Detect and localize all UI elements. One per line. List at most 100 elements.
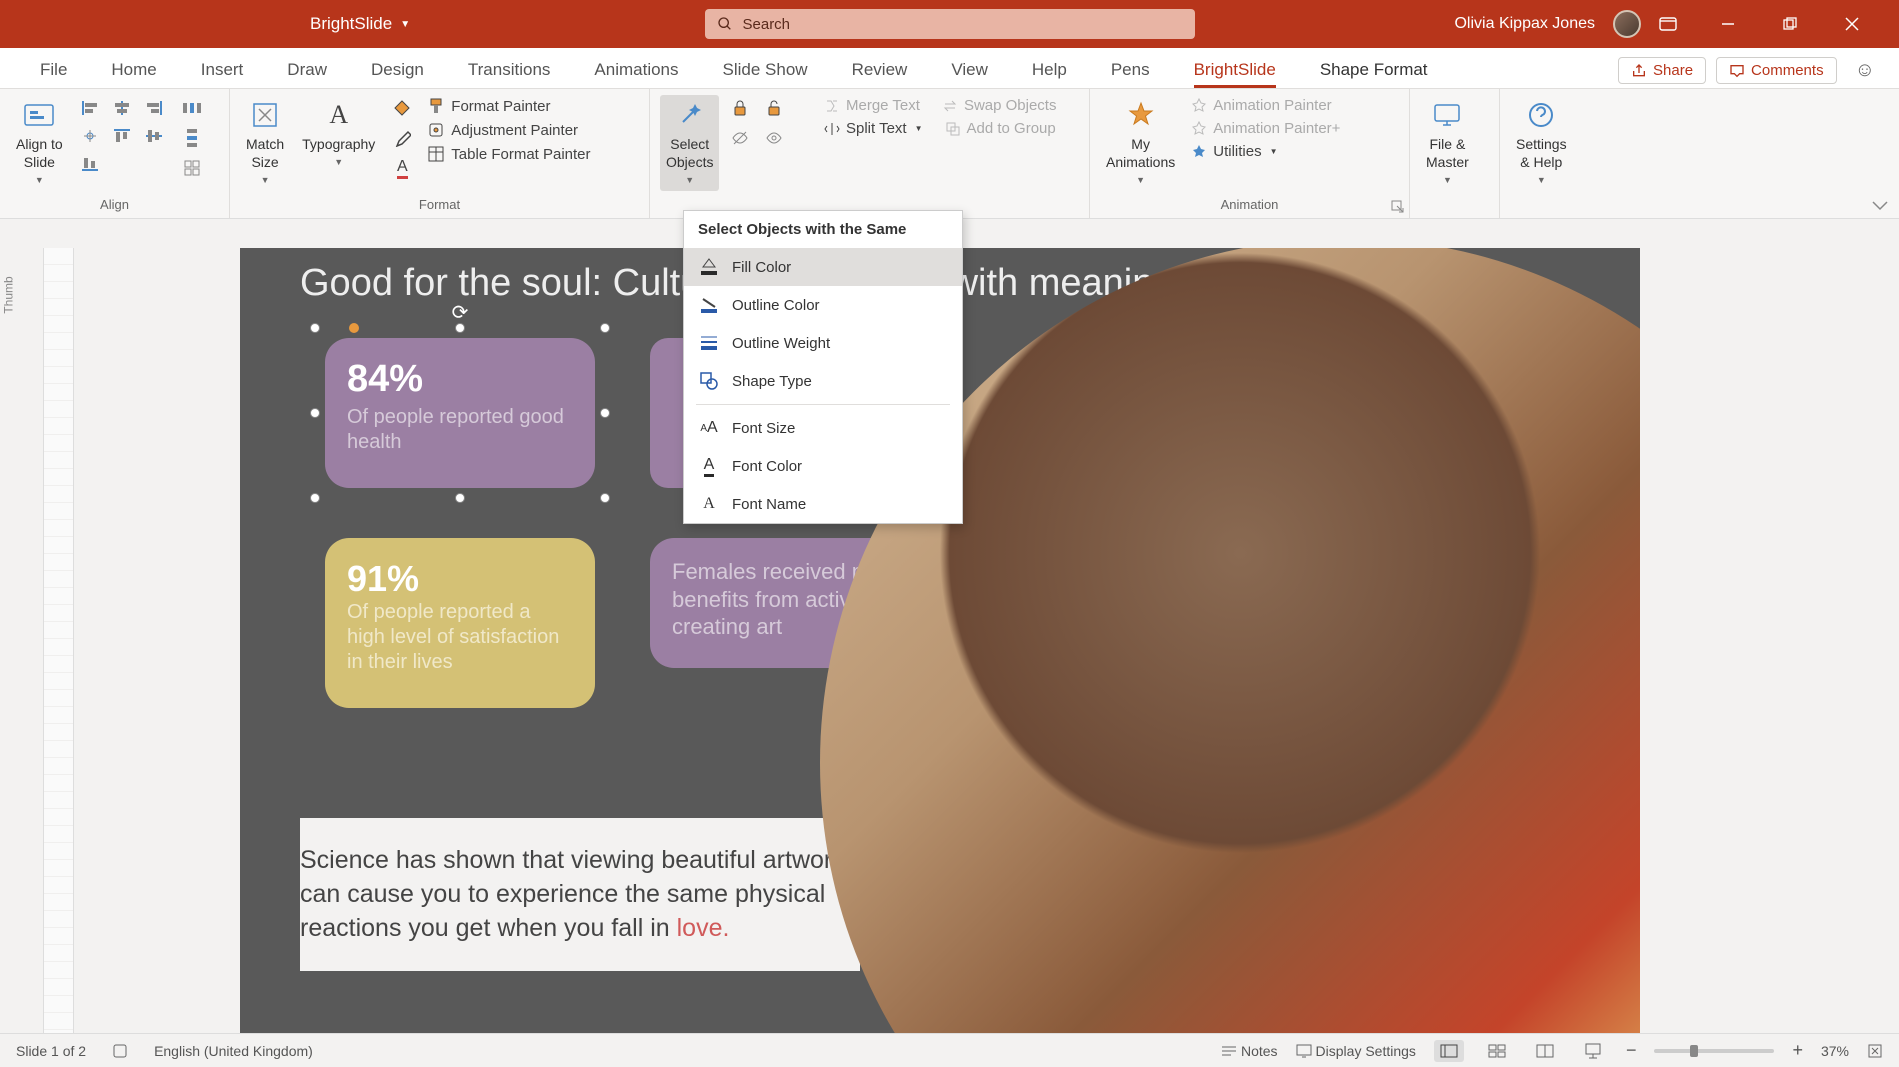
document-title[interactable]: BrightSlide ▼	[310, 14, 410, 34]
align-right-icon[interactable]	[139, 95, 169, 121]
accessibility-icon[interactable]	[112, 1043, 128, 1059]
notes-button[interactable]: Notes	[1221, 1043, 1278, 1059]
animation-painter-plus-button[interactable]: Animation Painter+	[1187, 118, 1344, 139]
tab-review[interactable]: Review	[830, 50, 930, 88]
zoom-in-icon[interactable]: +	[1792, 1040, 1803, 1061]
tab-insert[interactable]: Insert	[179, 50, 266, 88]
slideshow-view-icon[interactable]	[1578, 1039, 1608, 1063]
align-bottom-icon[interactable]	[75, 151, 105, 177]
eye-icon[interactable]	[759, 125, 789, 151]
group-label-empty3	[1420, 195, 1489, 216]
dropdown-item-font-color[interactable]: A Font Color	[684, 447, 962, 485]
ribbon-display-icon[interactable]	[1659, 17, 1703, 31]
zoom-out-icon[interactable]: −	[1626, 1040, 1637, 1061]
tab-file[interactable]: File	[18, 50, 89, 88]
unlock-icon[interactable]	[759, 95, 789, 121]
grid-icon[interactable]	[175, 155, 209, 181]
tab-design[interactable]: Design	[349, 50, 446, 88]
search-input[interactable]	[743, 16, 1183, 33]
comments-button[interactable]: Comments	[1716, 57, 1837, 84]
select-objects-button[interactable]: Select Objects ▼	[660, 95, 719, 191]
display-settings-button[interactable]: Display Settings	[1296, 1043, 1416, 1059]
body-text[interactable]: Science has shown that viewing beautiful…	[300, 818, 860, 971]
resize-handle[interactable]	[600, 323, 610, 333]
lock-icon[interactable]	[725, 95, 755, 121]
align-top-icon[interactable]	[107, 123, 137, 149]
avatar[interactable]	[1613, 10, 1641, 38]
tab-draw[interactable]: Draw	[265, 50, 349, 88]
search-box[interactable]	[705, 9, 1195, 39]
align-to-slide-button[interactable]: Align to Slide ▼	[10, 95, 69, 191]
tab-transitions[interactable]: Transitions	[446, 50, 573, 88]
tab-help[interactable]: Help	[1010, 50, 1089, 88]
resize-handle[interactable]	[455, 493, 465, 503]
rotate-handle-icon[interactable]: ⟳	[452, 300, 469, 325]
fit-to-window-icon[interactable]	[1867, 1043, 1883, 1059]
resize-handle[interactable]	[310, 323, 320, 333]
thumbnail-pane[interactable]: Thumb	[0, 248, 44, 1033]
normal-view-icon[interactable]	[1434, 1040, 1464, 1062]
reading-view-icon[interactable]	[1530, 1040, 1560, 1062]
outline-weight-icon	[698, 332, 720, 354]
feedback-icon[interactable]: ☺	[1847, 59, 1883, 82]
swap-objects-button[interactable]: Swap Objects	[938, 95, 1061, 116]
tab-home[interactable]: Home	[89, 50, 178, 88]
settings-help-button[interactable]: Settings & Help ▼	[1510, 95, 1573, 191]
dropdown-item-font-size[interactable]: AA Font Size	[684, 409, 962, 447]
dropdown-item-shape-type[interactable]: Shape Type	[684, 362, 962, 400]
resize-handle[interactable]	[310, 493, 320, 503]
match-size-button[interactable]: Match Size ▼	[240, 95, 290, 191]
language-status[interactable]: English (United Kingdom)	[154, 1043, 313, 1059]
resize-handle[interactable]	[310, 408, 320, 418]
tab-view[interactable]: View	[929, 50, 1010, 88]
collapse-ribbon-icon[interactable]	[1871, 200, 1889, 212]
tab-brightslide[interactable]: BrightSlide	[1172, 50, 1298, 88]
close-button[interactable]	[1845, 17, 1889, 31]
distribute-h-icon[interactable]	[175, 95, 209, 121]
eye-off-icon[interactable]	[725, 125, 755, 151]
adjustment-handle[interactable]	[349, 323, 359, 333]
align-center-icon[interactable]	[107, 95, 137, 121]
font-color-icon[interactable]: A	[387, 155, 417, 181]
zoom-level[interactable]: 37%	[1821, 1043, 1849, 1059]
format-painter-button[interactable]: Format Painter	[423, 95, 594, 117]
align-middle-icon[interactable]	[139, 123, 169, 149]
resize-handle[interactable]	[600, 408, 610, 418]
slide-number[interactable]: Slide 1 of 2	[16, 1043, 86, 1059]
add-to-group-button[interactable]: Add to Group	[941, 118, 1060, 139]
tab-slideshow[interactable]: Slide Show	[701, 50, 830, 88]
animation-painter-button[interactable]: Animation Painter	[1187, 95, 1344, 116]
card-91[interactable]: 91% Of people reported a high level of s…	[325, 538, 595, 708]
table-format-painter-button[interactable]: Table Format Painter	[423, 143, 594, 165]
tab-shapeformat[interactable]: Shape Format	[1298, 50, 1450, 88]
maximize-button[interactable]	[1783, 17, 1827, 31]
fill-icon[interactable]	[387, 95, 417, 121]
dropdown-item-font-name[interactable]: A Font Name	[684, 485, 962, 523]
align-left-icon[interactable]	[75, 95, 105, 121]
split-text-button[interactable]: Split Text▼	[820, 118, 927, 139]
adjustment-painter-button[interactable]: Adjustment Painter	[423, 119, 594, 141]
zoom-thumb[interactable]	[1690, 1045, 1698, 1057]
tab-pens[interactable]: Pens	[1089, 50, 1172, 88]
resize-handle[interactable]	[600, 493, 610, 503]
dropdown-item-fill-color[interactable]: Fill Color	[684, 248, 962, 286]
utilities-button[interactable]: Utilities▼	[1187, 141, 1344, 162]
dialog-launcher-icon[interactable]	[1391, 200, 1405, 214]
resize-handle[interactable]	[455, 323, 465, 333]
dropdown-item-outline-weight[interactable]: Outline Weight	[684, 324, 962, 362]
typography-button[interactable]: A Typography ▼	[296, 95, 381, 173]
sorter-view-icon[interactable]	[1482, 1040, 1512, 1062]
pipette-icon[interactable]	[387, 125, 417, 151]
tab-animations[interactable]: Animations	[572, 50, 700, 88]
selected-shape[interactable]: ⟳ 84% Of people reported good health	[315, 328, 605, 498]
zoom-slider[interactable]	[1654, 1049, 1774, 1053]
distribute-v-icon[interactable]	[175, 125, 209, 151]
dropdown-item-outline-color[interactable]: Outline Color	[684, 286, 962, 324]
minimize-button[interactable]	[1721, 17, 1765, 31]
file-master-button[interactable]: File & Master ▼	[1420, 95, 1475, 191]
chevron-down-icon: ▼	[261, 175, 270, 187]
distribute-center-icon[interactable]	[75, 123, 105, 149]
share-button[interactable]: Share	[1618, 57, 1706, 84]
merge-text-button[interactable]: Merge Text	[820, 95, 924, 116]
my-animations-button[interactable]: My Animations ▼	[1100, 95, 1181, 191]
